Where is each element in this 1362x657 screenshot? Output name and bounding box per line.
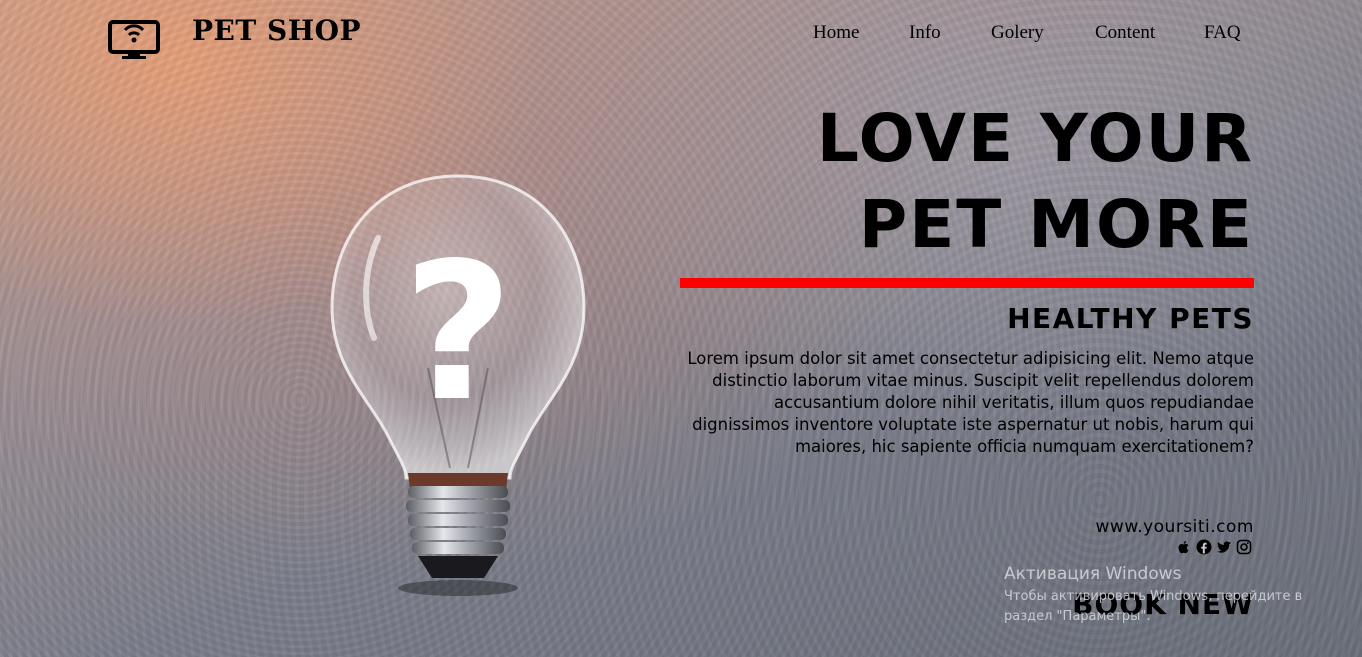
svg-text:?: ?: [403, 222, 513, 443]
watermark-title: Активация Windows: [1004, 564, 1182, 584]
social-links: [1176, 539, 1252, 555]
headline-line-2: PET MORE: [858, 186, 1254, 263]
nav-info[interactable]: Info: [909, 22, 941, 44]
hero-headline: LOVE YOUR PET MORE: [817, 96, 1254, 268]
hero-subheading: HEALTHY PETS: [1007, 302, 1254, 335]
apple-icon[interactable]: [1176, 539, 1192, 555]
nav-home[interactable]: Home: [813, 22, 859, 44]
headline-line-1: LOVE YOUR: [816, 100, 1254, 177]
nav-faq[interactable]: FAQ: [1204, 22, 1241, 44]
website-link[interactable]: www.yoursiti.com: [1096, 517, 1254, 537]
hero-description: Lorem ipsum dolor sit amet consectetur a…: [687, 349, 1254, 456]
nav-gallery[interactable]: Golery: [991, 22, 1044, 44]
accent-divider: [680, 278, 1254, 288]
twitter-icon[interactable]: [1216, 539, 1232, 555]
monitor-wifi-icon[interactable]: [108, 10, 160, 60]
facebook-icon[interactable]: [1196, 539, 1212, 555]
watermark-text: Чтобы активировать Windows, перейдите в …: [1004, 589, 1303, 624]
nav-content[interactable]: Content: [1095, 22, 1155, 44]
windows-activation-watermark: Активация Windows Чтобы активировать Win…: [1004, 564, 1324, 627]
instagram-icon[interactable]: [1236, 539, 1252, 555]
lightbulb-question-image: ?: [330, 174, 586, 596]
brand-name[interactable]: PET SHOP: [192, 14, 361, 47]
